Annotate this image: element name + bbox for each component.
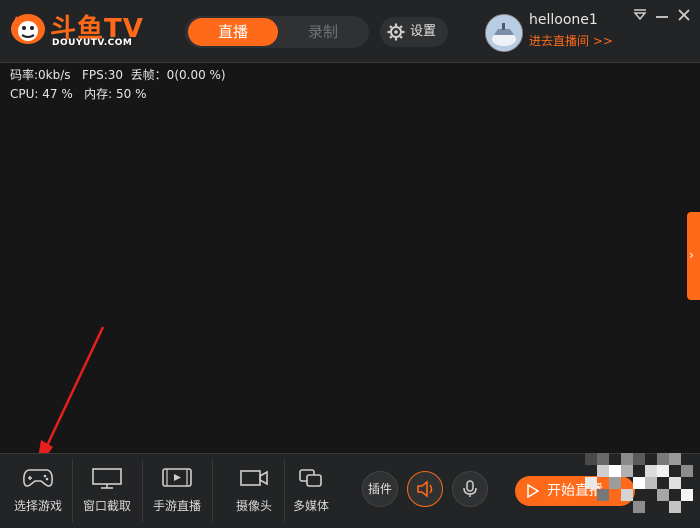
speaker-button[interactable] [407,471,443,507]
mobile-game-live-label: 手游直播 [152,499,201,513]
select-game-button[interactable]: 选择游戏 [3,454,73,528]
mobile-game-live-button[interactable]: 手游直播 [142,454,212,528]
window-capture-label: 窗口截取 [82,499,131,513]
camera-icon [240,470,268,486]
microphone-icon [463,480,477,497]
mobile-play-icon [162,468,192,487]
multimedia-button[interactable]: 多媒体 [276,454,346,528]
monitor-icon [92,468,122,489]
gamepad-icon [23,469,53,487]
app-window: 斗鱼TV DOUYUTV.COM 直播 录制 设置 helloone1 进去直播… [0,0,700,528]
media-icon [299,469,322,487]
window-capture-button[interactable]: 窗口截取 [72,454,142,528]
divider [212,460,213,522]
select-game-label: 选择游戏 [13,499,62,513]
speaker-icon [417,480,433,498]
play-icon [527,484,539,498]
plugin-button[interactable]: 插件 [362,471,398,507]
multimedia-label: 多媒体 [292,499,329,513]
mosaic-overlay [585,453,693,513]
microphone-button[interactable] [452,471,488,507]
